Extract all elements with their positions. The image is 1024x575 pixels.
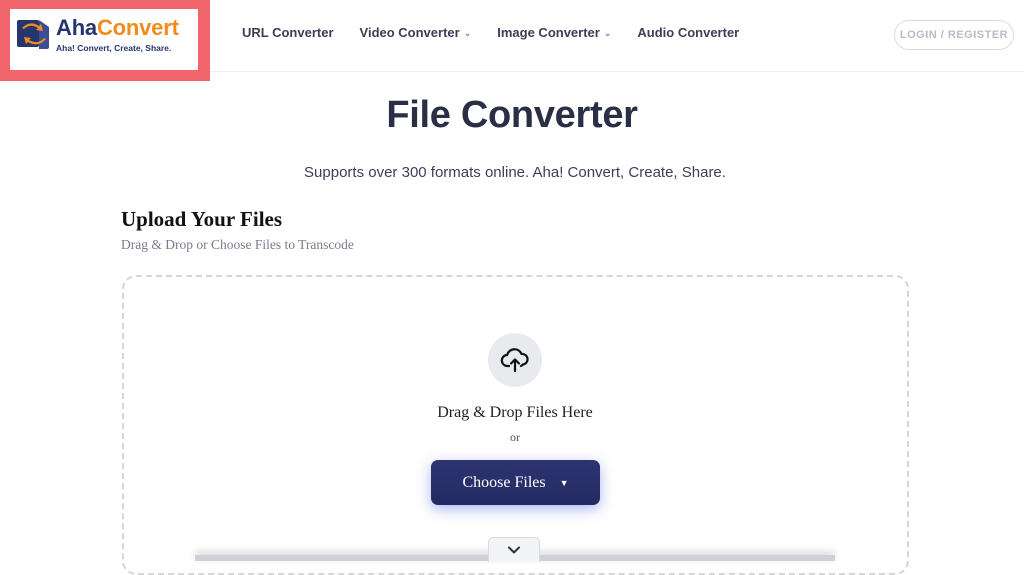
nav-audio-converter[interactable]: Audio Converter <box>637 25 739 40</box>
choose-files-label: Choose Files <box>462 473 546 491</box>
logo-mark-icon <box>17 20 49 49</box>
page-subtitle: Supports over 300 formats online. Aha! C… <box>304 164 726 181</box>
page-title: File Converter <box>386 94 638 136</box>
upload-heading: Upload Your Files <box>121 207 283 231</box>
upload-icon-badge[interactable] <box>488 333 542 387</box>
site-header: AhaConvert Aha! Convert, Create, Share. … <box>0 0 1024 81</box>
nav-label: URL Converter <box>242 25 334 40</box>
or-separator: or <box>510 430 520 444</box>
drop-instruction: Drag & Drop Files Here <box>437 404 593 421</box>
nav-video-converter[interactable]: Video Converter ⌄ <box>360 25 472 40</box>
logo-tagline: Aha! Convert, Create, Share. <box>56 43 172 53</box>
nav-url-converter[interactable]: URL Converter <box>242 25 334 40</box>
logo[interactable]: AhaConvert Aha! Convert, Create, Share. <box>10 9 198 70</box>
expand-panel-tab[interactable] <box>488 537 540 562</box>
caret-down-icon: ▼ <box>559 477 569 488</box>
choose-files-button[interactable]: Choose Files ▼ <box>431 460 600 505</box>
logo-wordmark: AhaConvert <box>56 15 179 40</box>
nav-label: Video Converter <box>359 25 460 40</box>
nav-label: Audio Converter <box>637 25 740 40</box>
cloud-upload-icon <box>500 348 529 373</box>
upload-caption: Drag & Drop or Choose Files to Transcode <box>121 237 354 252</box>
chevron-down-icon <box>508 546 520 554</box>
login-register-button[interactable]: LOGIN / REGISTER <box>894 20 1014 50</box>
main-nav: URL Converter Video Converter ⌄ Image Co… <box>242 25 765 40</box>
nav-image-converter[interactable]: Image Converter ⌄ <box>497 25 611 40</box>
file-drop-zone[interactable] <box>122 275 909 575</box>
chevron-down-icon: ⌄ <box>463 28 472 38</box>
logo-highlight-frame: AhaConvert Aha! Convert, Create, Share. <box>0 0 210 81</box>
chevron-down-icon: ⌄ <box>603 28 612 38</box>
nav-label: Image Converter <box>497 25 600 40</box>
